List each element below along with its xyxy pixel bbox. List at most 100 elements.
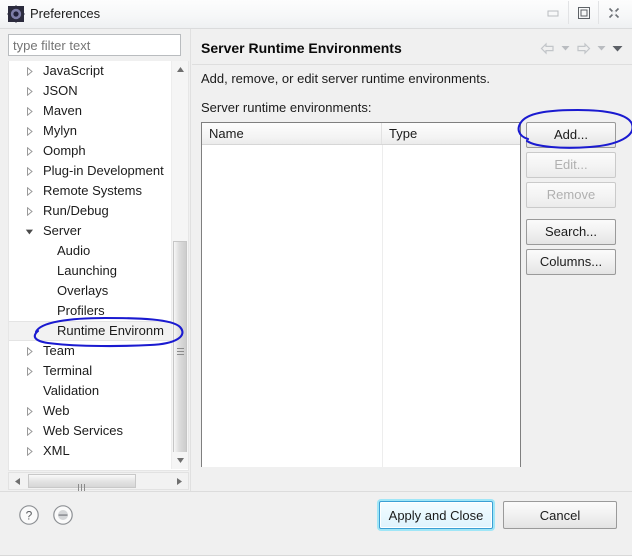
tree-item-label: JSON: [43, 83, 78, 98]
chevron-right-icon[interactable]: [23, 441, 35, 461]
close-button[interactable]: [598, 1, 628, 24]
scrollbar-grip-icon: [78, 478, 87, 491]
filter-input[interactable]: [8, 34, 181, 56]
tree-item-overlays[interactable]: Overlays: [9, 281, 171, 301]
forward-history-dropdown[interactable]: [595, 39, 608, 57]
preferences-navigation-pane: JavaScript JSON Maven Mylyn OomphPlug-in Dev…: [8, 34, 189, 499]
chevron-right-icon[interactable]: [23, 141, 35, 161]
tree-item-label: Runtime Environm: [57, 323, 164, 338]
tree-item-maven[interactable]: Maven: [9, 101, 171, 121]
search-button[interactable]: Search...: [526, 219, 616, 245]
cancel-button[interactable]: Cancel: [503, 501, 617, 529]
view-menu-button[interactable]: [611, 39, 624, 57]
tree-item-label: Overlays: [57, 283, 109, 298]
dialog-footer: ? Apply and Close Cancel: [0, 491, 632, 559]
scrollbar-grip-icon: [177, 348, 184, 356]
preferences-gear-icon: [7, 5, 25, 23]
tree-item-label: Profilers: [57, 303, 105, 318]
title-separator: [192, 64, 632, 65]
scroll-down-arrow-icon[interactable]: [172, 452, 188, 469]
tree-item-label: Server: [43, 223, 82, 238]
svg-text:?: ?: [26, 509, 33, 523]
pane-divider: [190, 29, 191, 523]
chevron-down-icon[interactable]: [23, 221, 35, 241]
tree-item-label: Audio: [57, 243, 91, 258]
tree-item-xml[interactable]: XML: [9, 441, 171, 461]
back-history-dropdown[interactable]: [559, 39, 572, 57]
column-header-type[interactable]: Type: [382, 123, 520, 144]
tree-item-server[interactable]: Server: [9, 221, 171, 241]
scroll-left-arrow-icon[interactable]: [9, 473, 26, 489]
add-button[interactable]: Add...: [526, 122, 616, 148]
page-title: Server Runtime Environments: [201, 40, 402, 56]
page-navigation-tools: [539, 39, 624, 57]
tree-item-javascript[interactable]: JavaScript: [9, 61, 171, 81]
runtime-list-label: Server runtime environments:: [201, 100, 372, 115]
maximize-button[interactable]: [568, 1, 598, 24]
forward-button[interactable]: [575, 39, 592, 57]
table-action-buttons: Add... Edit... Remove Search... Columns...: [526, 122, 623, 279]
chevron-right-icon[interactable]: [23, 341, 35, 361]
chevron-right-icon[interactable]: [23, 181, 35, 201]
chevron-right-icon[interactable]: [23, 81, 35, 101]
tree-item-label: Validation: [43, 383, 100, 398]
window-controls: [538, 1, 628, 25]
tree-item-json[interactable]: JSON: [9, 81, 171, 101]
window-bottom-edge: [0, 555, 632, 559]
tree-vertical-scrollbar[interactable]: [171, 61, 188, 469]
tree-item-profilers[interactable]: Profilers: [9, 301, 171, 321]
table-header-row: Name Type: [202, 123, 520, 145]
page-description: Add, remove, or edit server runtime envi…: [201, 71, 491, 86]
tree-item-terminal[interactable]: Terminal: [9, 361, 171, 381]
window-title: Preferences: [30, 6, 101, 21]
tree-item-run-debug[interactable]: Run/Debug: [9, 201, 171, 221]
tree-item-web[interactable]: Web: [9, 401, 171, 421]
chevron-right-icon[interactable]: [23, 361, 35, 381]
tree-item-label: Web: [43, 403, 70, 418]
remove-button: Remove: [526, 182, 616, 208]
preference-page-pane: Server Runtime Environments Add, remove,…: [192, 29, 632, 523]
table-body-empty[interactable]: [202, 145, 520, 467]
chevron-right-icon[interactable]: [23, 121, 35, 141]
back-button[interactable]: [539, 39, 556, 57]
columns-button[interactable]: Columns...: [526, 249, 616, 275]
title-bar: Preferences: [0, 0, 632, 29]
tree-item-label: Mylyn: [43, 123, 77, 138]
minimize-button[interactable]: [538, 1, 568, 24]
tree-item-runtime-environm[interactable]: Runtime Environm: [9, 321, 171, 341]
chevron-right-icon[interactable]: [23, 101, 35, 121]
tree-item-label: Team: [43, 343, 75, 358]
help-question-icon[interactable]: ?: [18, 504, 40, 526]
tree-hscrollbar-thumb[interactable]: [28, 474, 136, 491]
tree-item-label: Maven: [43, 103, 83, 118]
tree-item-web-services[interactable]: Web Services: [9, 421, 171, 441]
tree-item-audio[interactable]: Audio: [9, 241, 171, 261]
tree-item-label: XML: [43, 443, 70, 458]
tree-item-oomph[interactable]: Oomph: [9, 141, 171, 161]
chevron-right-icon[interactable]: [23, 161, 35, 181]
chevron-right-icon[interactable]: [23, 401, 35, 421]
preferences-tree[interactable]: JavaScript JSON Maven Mylyn Oomph Plug-in Dev…: [8, 61, 189, 471]
tree-item-label: Launching: [57, 263, 117, 278]
tree-scrollbar-thumb[interactable]: [173, 241, 187, 463]
chevron-right-icon[interactable]: [23, 61, 35, 81]
preferences-tree-list: JavaScript JSON Maven Mylyn Oomph Plug-in Dev…: [9, 61, 171, 461]
scroll-up-arrow-icon[interactable]: [172, 61, 188, 78]
tree-item-validation[interactable]: Validation: [9, 381, 171, 401]
tree-item-team[interactable]: Team: [9, 341, 171, 361]
scroll-right-arrow-icon[interactable]: [171, 473, 188, 489]
column-header-name[interactable]: Name: [202, 123, 382, 144]
tree-horizontal-scrollbar[interactable]: [8, 472, 189, 491]
column-divider: [382, 145, 383, 467]
dialog-body: JavaScript JSON Maven Mylyn OomphPlug-in Dev…: [0, 29, 632, 523]
chevron-right-icon[interactable]: [23, 201, 35, 221]
restore-defaults-icon[interactable]: [52, 504, 74, 526]
tree-item-launching[interactable]: Launching: [9, 261, 171, 281]
footer-icons: ?: [18, 504, 74, 526]
tree-item-mylyn[interactable]: Mylyn: [9, 121, 171, 141]
chevron-right-icon[interactable]: [23, 421, 35, 441]
apply-and-close-button[interactable]: Apply and Close: [379, 501, 493, 529]
server-runtimes-table[interactable]: Name Type: [201, 122, 521, 467]
tree-item-plug-in-development[interactable]: Plug-in Development: [9, 161, 171, 181]
tree-item-remote-systems[interactable]: Remote Systems: [9, 181, 171, 201]
